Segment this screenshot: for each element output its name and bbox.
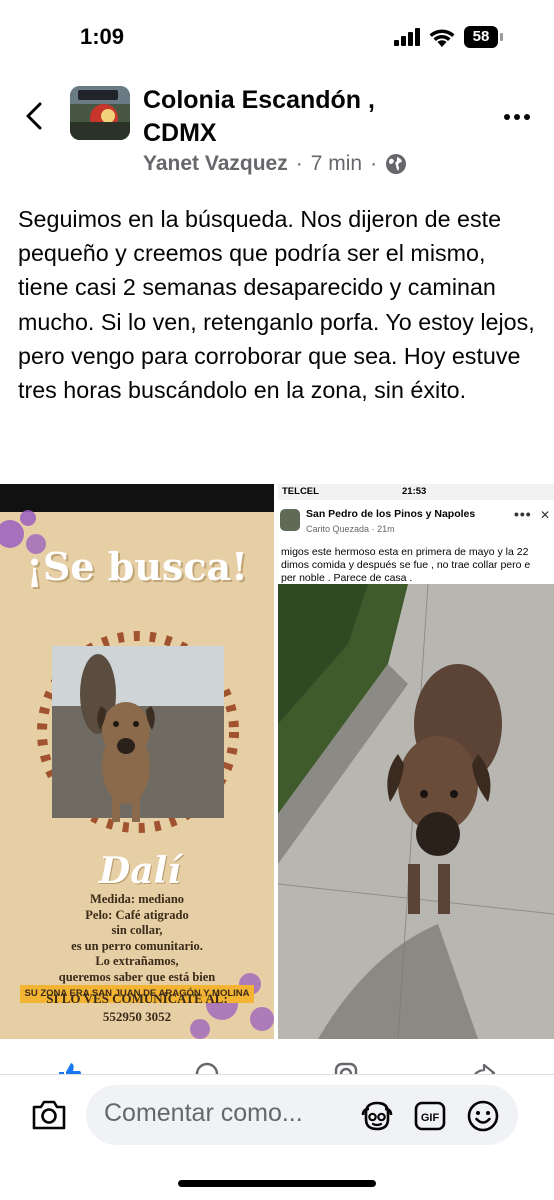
avatar-sticker-icon[interactable]: [360, 1099, 394, 1133]
back-button[interactable]: [18, 96, 52, 136]
instagram-icon[interactable]: [333, 1061, 359, 1075]
meta-separator: ·: [370, 152, 378, 175]
inner-separator: ·: [371, 524, 375, 534]
status-bar: 1:09 58: [0, 0, 554, 76]
like-icon[interactable]: [56, 1061, 82, 1075]
home-indicator: [178, 1180, 376, 1187]
battery-level: 58: [464, 26, 498, 48]
photo-dog-screenshot[interactable]: TELCEL 21:53 San Pedro de los Pinos y Na…: [278, 484, 554, 1039]
flyer-headline: ¡Se busca!: [26, 544, 248, 589]
photo-lost-dog-flyer[interactable]: ¡Se busca! Dalí Medida: mediano Pelo: Ca…: [0, 484, 274, 1039]
inner-group-avatar: [280, 509, 300, 531]
flyer-line: queremos saber que está bien: [58, 969, 216, 984]
inner-clock: 21:53: [402, 486, 427, 497]
cellular-signal-icon: [394, 28, 422, 46]
more-options-button[interactable]: [500, 102, 534, 132]
inner-carrier: TELCEL: [282, 486, 319, 497]
group-avatar-image: [70, 86, 130, 140]
post-meta: Yanet Vazquez · 7 min ·: [143, 152, 407, 176]
inner-close-icon: ✕: [540, 508, 551, 522]
flyer-details: Medida: mediano Pelo: Café atigrado sin …: [0, 892, 274, 1003]
flyer-line: Lo extrañamos,: [95, 954, 179, 968]
post-actions: [0, 1041, 554, 1075]
meta-separator: ·: [295, 152, 303, 175]
author-name[interactable]: Yanet Vazquez: [143, 152, 288, 176]
inner-post-header: San Pedro de los Pinos y Napoles Carito …: [278, 500, 554, 546]
flyer-line: sin collar,: [111, 923, 163, 937]
post-text: Seguimos en la búsqueda. Nos dijeron de …: [18, 206, 535, 404]
flyer-line: Medida: mediano: [89, 892, 185, 906]
inner-status-bar: TELCEL 21:53: [278, 484, 554, 500]
time-ago[interactable]: 7 min: [311, 152, 362, 176]
gif-icon[interactable]: GIF: [414, 1100, 446, 1132]
camera-icon[interactable]: [30, 1097, 68, 1133]
battery-icon: 58: [464, 26, 504, 48]
inner-time-ago: 21m: [377, 524, 395, 534]
group-title[interactable]: Colonia Escandón , CDMX: [143, 84, 443, 150]
wifi-icon: [429, 29, 455, 47]
inner-more-icon: •••: [514, 506, 532, 522]
share-icon[interactable]: [470, 1061, 496, 1075]
inner-post-text: migos este hermoso esta en primera de ma…: [278, 546, 554, 584]
inner-text-line: migos este hermoso esta en primera de ma…: [281, 546, 529, 558]
comment-input-container[interactable]: Comentar como... GIF: [86, 1085, 518, 1145]
flyer-dog-name: Dalí: [99, 850, 181, 892]
globe-icon: [386, 154, 407, 174]
flyer-line: es un perro comunitario.: [71, 938, 203, 953]
comment-input[interactable]: Comentar como...: [104, 1099, 303, 1128]
inner-text-line: dimos comida y después se fue , no trae …: [281, 559, 531, 571]
flyer-phone: 552950 3052: [102, 1009, 172, 1024]
svg-text:GIF: GIF: [421, 1112, 440, 1124]
group-avatar[interactable]: [70, 86, 130, 140]
inner-post-meta: Carito Quezada · 21m: [306, 524, 395, 534]
comment-bar: Comentar como... GIF: [0, 1075, 554, 1171]
status-time: 1:09: [80, 24, 125, 49]
inner-author: Carito Quezada: [306, 524, 370, 534]
comment-icon[interactable]: [194, 1061, 220, 1075]
flyer-contact-label: SI LO VES COMUNÍCATE AL:: [46, 991, 228, 1006]
flyer-contact: SI LO VES COMUNÍCATE AL: 552950 3052: [0, 990, 274, 1026]
flyer-line: Pelo: Café atigrado: [85, 907, 189, 922]
inner-text-line: per noble . Parece de casa .: [281, 572, 413, 584]
inner-group-name: San Pedro de los Pinos y Napoles: [306, 508, 476, 520]
emoji-icon[interactable]: [466, 1099, 500, 1133]
